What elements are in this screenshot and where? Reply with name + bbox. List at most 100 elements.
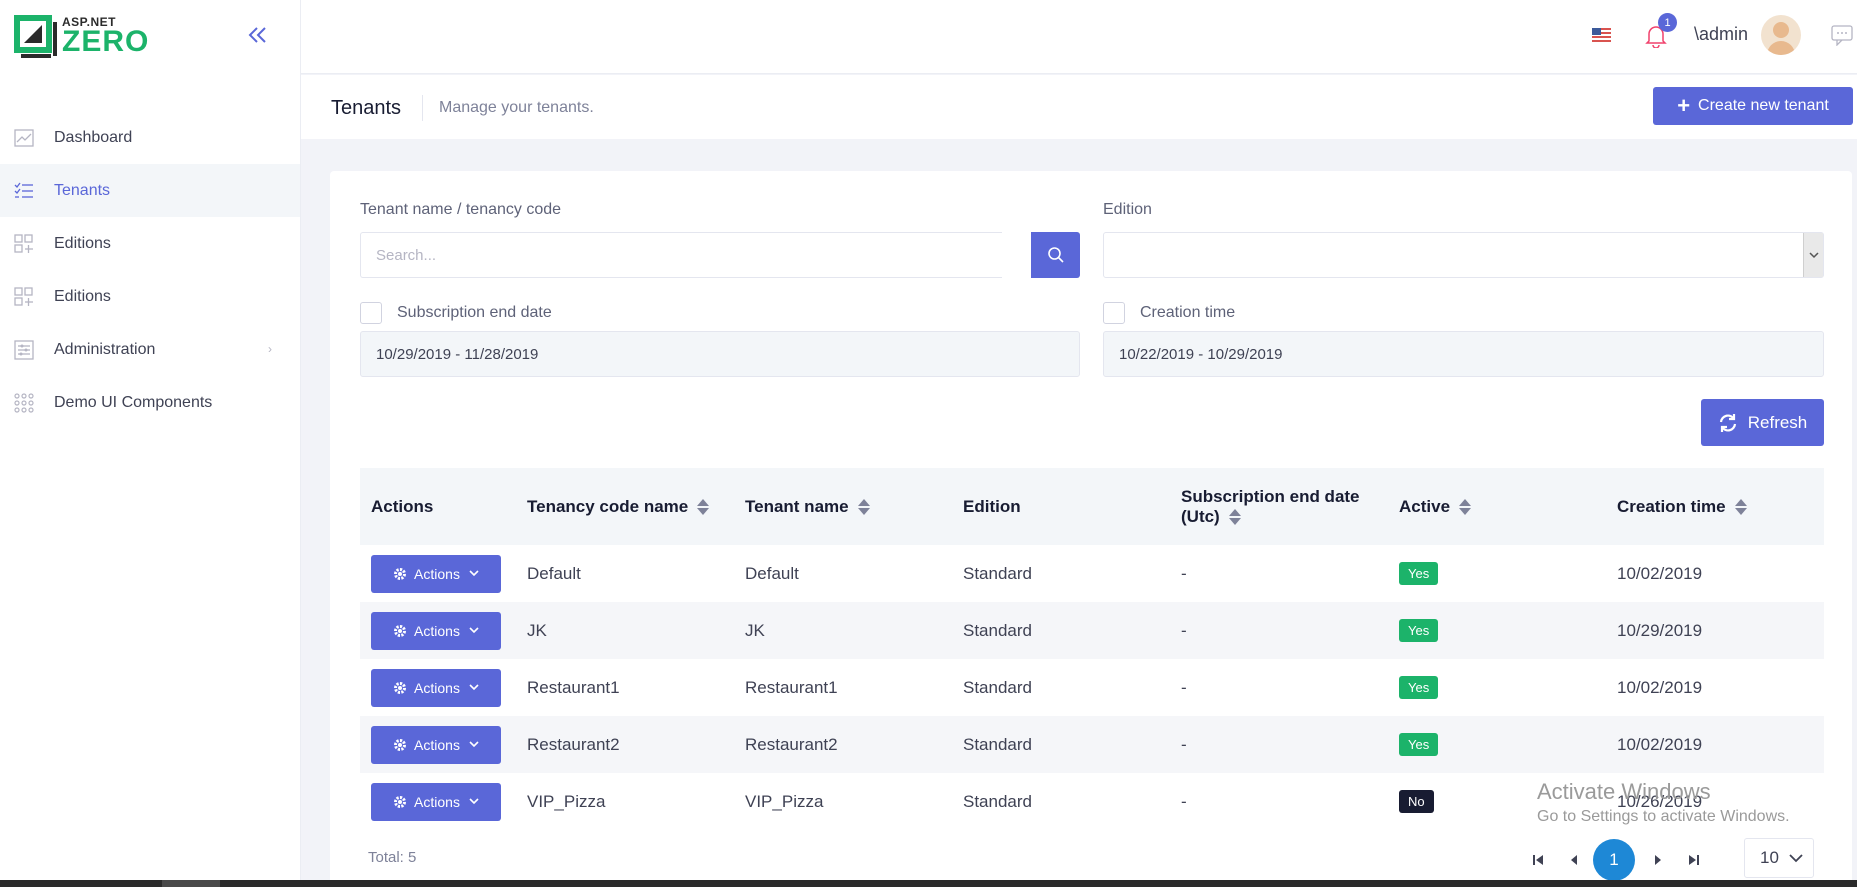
gear-icon [394,795,407,808]
sidebar-item-label: Editions [54,234,111,252]
refresh-icon [1719,413,1736,432]
gear-icon [394,567,407,580]
notification-count-badge: 1 [1658,13,1677,32]
active-cell: Yes [1388,733,1606,756]
create-new-tenant-button[interactable]: + Create new tenant [1653,87,1853,125]
dots-grid-icon [13,392,35,414]
active-cell: Yes [1388,619,1606,642]
chevron-down-icon [469,741,479,748]
avatar[interactable] [1761,15,1801,55]
subheader: Tenants Manage your tenants. + Create ne… [301,75,1857,139]
actions-dropdown-button[interactable]: Actions [371,782,501,821]
chevron-down-icon [469,684,479,691]
search-label: Tenant name / tenancy code [360,201,562,218]
column-header-tenancy-code[interactable]: Tenancy code name [516,497,734,517]
chat-icon[interactable] [1831,24,1853,47]
sidebar-item-label: Editions [54,287,111,305]
column-header-subscription-end-date[interactable]: Subscription end date (Utc) [1170,487,1388,527]
actions-label: Actions [414,622,460,639]
table-row: Actions Default Default Standard - Yes 10/02/2… [360,545,1824,602]
refresh-label: Refresh [1747,412,1808,432]
creation-date-range-input[interactable]: 10/22/2019 - 10/29/2019 [1103,331,1824,377]
sort-icon[interactable] [857,498,870,515]
subscription-end-date-label: Subscription end date [397,304,552,321]
sort-icon[interactable] [697,498,710,515]
chart-icon [13,127,35,149]
sidebar-item-label: Demo UI Components [54,393,213,411]
search-button[interactable] [1031,232,1080,278]
sidebar-menu: Dashboard Tenants Editions Editions Admi… [0,111,300,429]
search-input[interactable] [360,232,1002,278]
tenants-table: Actions Tenancy code name Tenant name Ed… [360,468,1824,830]
tenancy-code-cell: Default [527,563,581,583]
status-badge: Yes [1399,619,1439,642]
sidebar-item-editions-2[interactable]: Editions [0,270,300,323]
edition-label: Edition [1103,201,1152,218]
actions-dropdown-button[interactable]: Actions [371,725,501,764]
creation-time-cell: 10/02/2019 [1617,563,1703,583]
chevron-down-icon [469,570,479,577]
actions-label: Actions [414,736,460,753]
next-page-icon[interactable] [1643,845,1673,875]
column-header-active[interactable]: Active [1388,497,1606,517]
status-badge: No [1399,790,1434,813]
sidebar-item-demo-ui-components[interactable]: Demo UI Components [0,376,300,429]
actions-label: Actions [414,565,460,582]
subscription-date-range-input[interactable]: 10/29/2019 - 11/28/2019 [360,331,1080,377]
refresh-button[interactable]: Refresh [1701,399,1824,446]
page-title: Tenants [331,97,402,119]
tenancy-code-cell: Restaurant1 [527,677,620,697]
total-count: Total: 5 [368,849,417,866]
edition-cell: Standard [963,677,1032,697]
watermark-title: Activate Windows [1537,779,1711,804]
sidebar-item-administration[interactable]: Administration › [0,323,300,376]
brand-logo[interactable]: ASP.NET ZERO [13,14,149,59]
status-badge: Yes [1399,562,1439,585]
actions-dropdown-button[interactable]: Actions [371,611,501,650]
chevron-right-icon: › [268,342,272,356]
tenant-name-cell: Restaurant2 [745,734,838,754]
current-page-button[interactable]: 1 [1593,839,1635,881]
sidebar-collapse-button[interactable] [245,22,271,48]
actions-cell: Actions [360,554,516,593]
sort-icon[interactable] [1459,498,1472,515]
top-header: 1 \admin [301,0,1857,74]
table-row: Actions Restaurant1 Restaurant1 Standard - Ye… [360,659,1824,716]
pagination: 1 [1523,839,1709,881]
creation-time-label: Creation time [1140,304,1236,321]
double-chevron-left-icon [248,27,266,43]
edition-select[interactable] [1103,232,1824,278]
watermark-subtitle: Go to Settings to activate Windows. [1537,808,1790,825]
sidebar-item-editions[interactable]: Editions [0,217,300,270]
sidebar-item-tenants[interactable]: Tenants [0,164,300,217]
actions-cell: Actions [360,782,516,821]
previous-page-icon[interactable] [1559,845,1589,875]
table-row: Actions Restaurant2 Restaurant2 Standard - Ye… [360,716,1824,773]
user-name[interactable]: \admin [1694,24,1748,45]
last-page-icon[interactable] [1679,845,1709,875]
tenancy-code-cell: VIP_Pizza [527,791,606,811]
actions-dropdown-button[interactable]: Actions [371,554,501,593]
page-size-select[interactable]: 10 [1744,838,1814,878]
sidebar-item-dashboard[interactable]: Dashboard [0,111,300,164]
edition-cell: Standard [963,563,1032,583]
actions-dropdown-button[interactable]: Actions [371,668,501,707]
title-divider [422,95,423,121]
search-icon [1047,247,1064,263]
sort-icon[interactable] [1228,508,1241,525]
subscription-end-date-cell: - [1181,677,1187,697]
active-cell: Yes [1388,562,1606,585]
creation-time-checkbox[interactable] [1103,302,1125,324]
sort-icon[interactable] [1734,498,1747,515]
create-new-tenant-label: Create new tenant [1698,97,1829,114]
table-header: Actions Tenancy code name Tenant name Ed… [360,468,1824,545]
actions-cell: Actions [360,725,516,764]
first-page-icon[interactable] [1523,845,1553,875]
column-header-tenant-name[interactable]: Tenant name [734,497,952,517]
tenant-name-cell: Restaurant1 [745,677,838,697]
subscription-end-date-checkbox[interactable] [360,302,382,324]
page-description: Manage your tenants. [439,99,594,116]
column-header-creation-time[interactable]: Creation time [1606,497,1824,517]
taskbar-item[interactable] [162,880,220,887]
us-flag-icon[interactable] [1592,28,1611,42]
